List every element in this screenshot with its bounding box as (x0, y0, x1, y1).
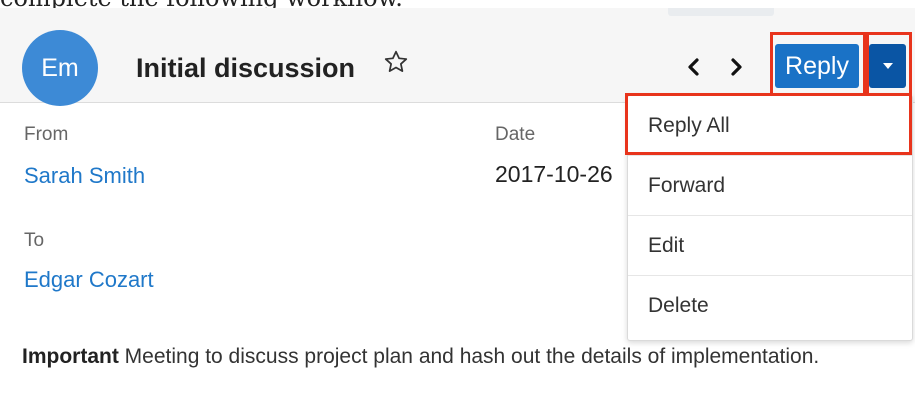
chevron-right-icon (731, 58, 742, 76)
menu-item-edit[interactable]: Edit (628, 216, 912, 276)
chevron-left-icon (688, 58, 699, 76)
date-label: Date (495, 124, 536, 145)
previous-record-button[interactable] (681, 52, 707, 82)
body-emphasis: Important (22, 345, 119, 368)
next-record-button[interactable] (723, 52, 749, 82)
date-value: 2017-10-26 (495, 161, 613, 187)
star-icon[interactable] (383, 49, 409, 75)
body-text: Meeting to discuss project plan and hash… (118, 345, 820, 368)
menu-item-reply-all[interactable]: Reply All (628, 96, 912, 156)
reply-button[interactable]: Reply (775, 44, 859, 88)
to-label: To (24, 230, 45, 251)
from-value-link[interactable]: Sarah Smith (24, 163, 145, 189)
record-header: Em Initial discussion Reply (0, 8, 915, 106)
to-value-link[interactable]: Edgar Cozart (24, 267, 154, 293)
page-title: Initial discussion (136, 53, 356, 83)
avatar: Em (22, 30, 98, 106)
reply-options-dropdown-button[interactable] (869, 44, 906, 88)
menu-item-delete[interactable]: Delete (628, 276, 912, 336)
from-label: From (24, 124, 69, 145)
cropped-ui-fragment (668, 8, 774, 16)
email-body: Important Meeting to discuss project pla… (22, 343, 892, 371)
reply-options-menu: Reply All Forward Edit Delete (627, 95, 913, 341)
caret-down-icon (882, 63, 893, 69)
menu-item-forward[interactable]: Forward (628, 156, 912, 216)
